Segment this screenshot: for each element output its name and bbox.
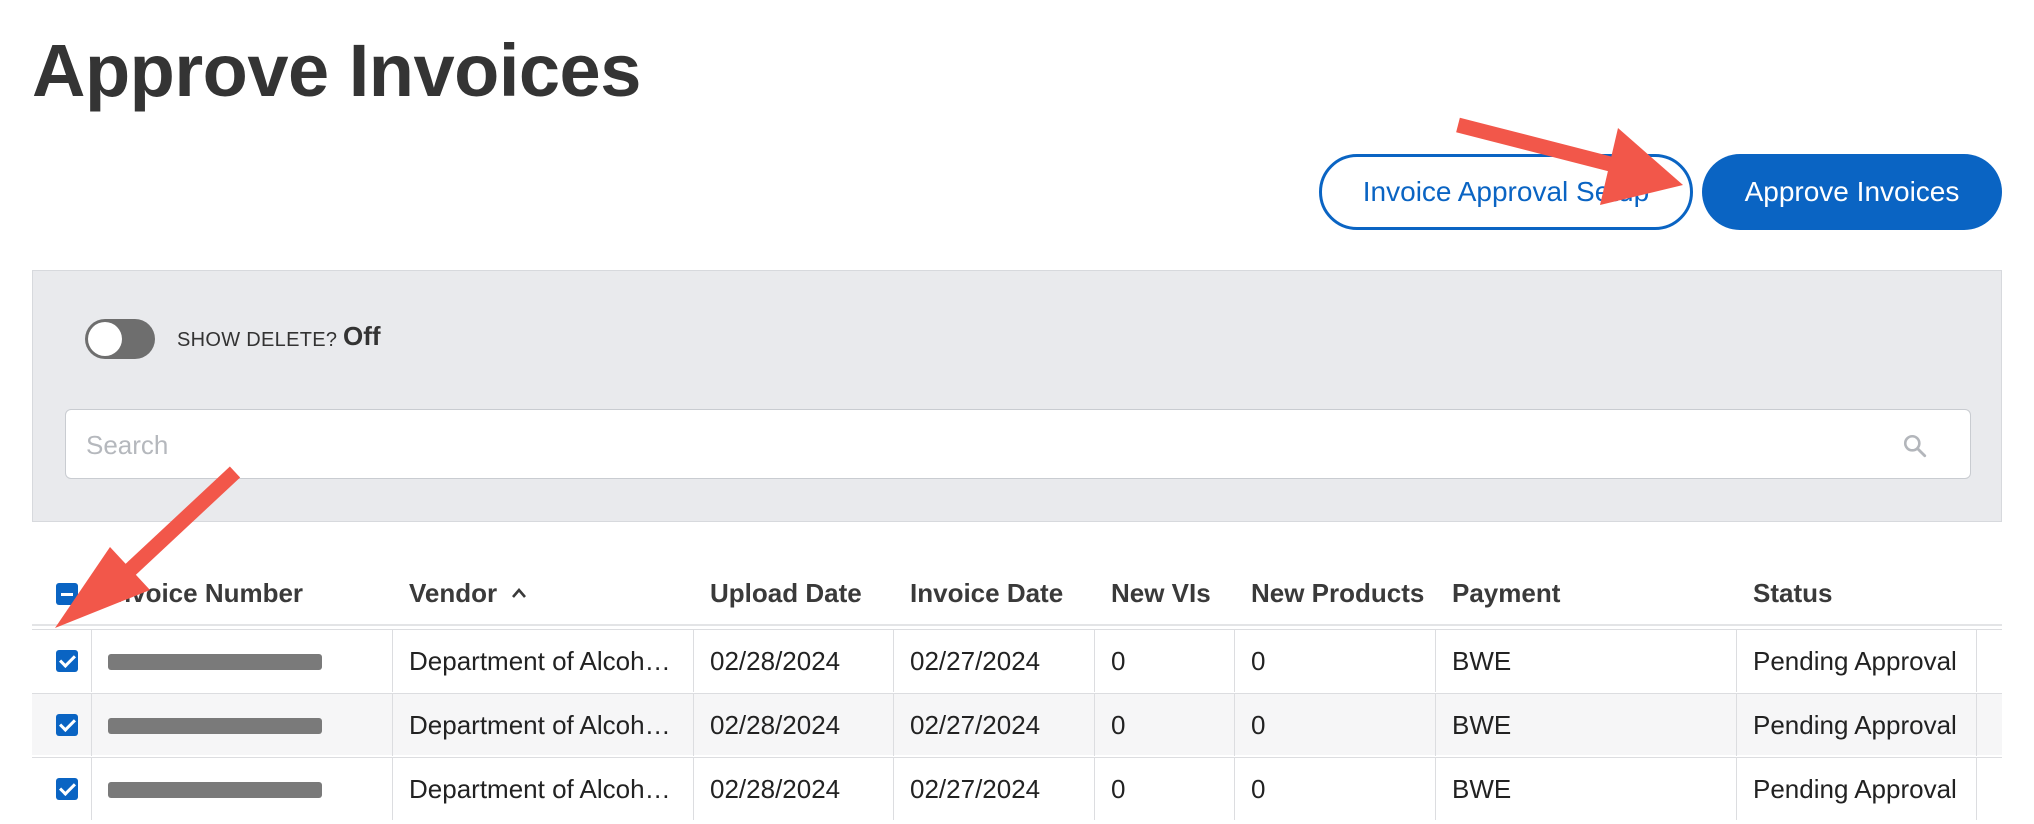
column-header-invoice-date[interactable]: Invoice Date xyxy=(910,578,1063,609)
row-checkbox-cell xyxy=(32,694,92,756)
redacted-invoice-number xyxy=(108,782,322,798)
status-cell: Pending Approval xyxy=(1737,630,1977,692)
column-header-upload-date[interactable]: Upload Date xyxy=(710,578,862,609)
search-icon[interactable] xyxy=(1902,433,1928,459)
column-header-payment[interactable]: Payment xyxy=(1452,578,1560,609)
new-products-cell: 0 xyxy=(1235,694,1436,756)
redacted-invoice-number xyxy=(108,654,322,670)
invoice-number-cell xyxy=(92,630,393,692)
row-checkbox-cell xyxy=(32,630,92,692)
row-checkbox-cell xyxy=(32,758,92,820)
payment-cell: BWE xyxy=(1436,694,1737,756)
invoice-number-cell xyxy=(92,758,393,820)
payment-cell: BWE xyxy=(1436,630,1737,692)
table-row[interactable]: Department of Alcoh… 02/28/2024 02/27/20… xyxy=(32,757,2002,820)
new-products-cell: 0 xyxy=(1235,630,1436,692)
header-divider xyxy=(32,624,2002,626)
show-delete-label: SHOW DELETE? xyxy=(177,329,338,351)
filter-panel: SHOW DELETE? Off xyxy=(32,270,2002,522)
status-cell: Pending Approval xyxy=(1737,758,1977,820)
new-vis-cell: 0 xyxy=(1095,630,1235,692)
select-all-checkbox[interactable] xyxy=(56,583,78,605)
approve-invoices-button[interactable]: Approve Invoices xyxy=(1702,154,2002,230)
invoice-number-cell xyxy=(92,694,393,756)
toggle-knob xyxy=(88,322,122,356)
column-header-vendor[interactable]: Vendor xyxy=(409,578,528,609)
column-header-new-products[interactable]: New Products xyxy=(1251,578,1424,609)
table-row[interactable]: Department of Alcoh… 02/28/2024 02/27/20… xyxy=(32,629,2002,692)
column-header-invoice-number[interactable]: Invoice Number xyxy=(108,578,303,609)
upload-date-cell: 02/28/2024 xyxy=(694,694,894,756)
sort-ascending-icon xyxy=(512,588,527,598)
new-vis-cell: 0 xyxy=(1095,694,1235,756)
upload-date-cell: 02/28/2024 xyxy=(694,758,894,820)
column-header-vendor-label: Vendor xyxy=(409,578,498,608)
invoice-approval-setup-button[interactable]: Invoice Approval Setup xyxy=(1319,154,1693,230)
row-checkbox[interactable] xyxy=(56,778,78,800)
invoice-date-cell: 02/27/2024 xyxy=(894,758,1095,820)
redacted-invoice-number xyxy=(108,718,322,734)
show-delete-toggle[interactable] xyxy=(85,319,155,359)
upload-date-cell: 02/28/2024 xyxy=(694,630,894,692)
row-checkbox[interactable] xyxy=(56,714,78,736)
search-input[interactable] xyxy=(84,410,1888,480)
row-checkbox[interactable] xyxy=(56,650,78,672)
invoice-date-cell: 02/27/2024 xyxy=(894,630,1095,692)
new-vis-cell: 0 xyxy=(1095,758,1235,820)
column-header-new-vis[interactable]: New VIs xyxy=(1111,578,1211,609)
page-title: Approve Invoices xyxy=(32,29,641,112)
table-row[interactable]: Department of Alcoh… 02/28/2024 02/27/20… xyxy=(32,693,2002,756)
vendor-cell: Department of Alcoh… xyxy=(393,758,694,820)
search-box xyxy=(65,409,1971,480)
vendor-cell: Department of Alcoh… xyxy=(393,630,694,692)
show-delete-state: Off xyxy=(343,321,381,351)
invoice-date-cell: 02/27/2024 xyxy=(894,694,1095,756)
vendor-cell: Department of Alcoh… xyxy=(393,694,694,756)
new-products-cell: 0 xyxy=(1235,758,1436,820)
status-cell: Pending Approval xyxy=(1737,694,1977,756)
column-header-status[interactable]: Status xyxy=(1753,578,1832,609)
payment-cell: BWE xyxy=(1436,758,1737,820)
